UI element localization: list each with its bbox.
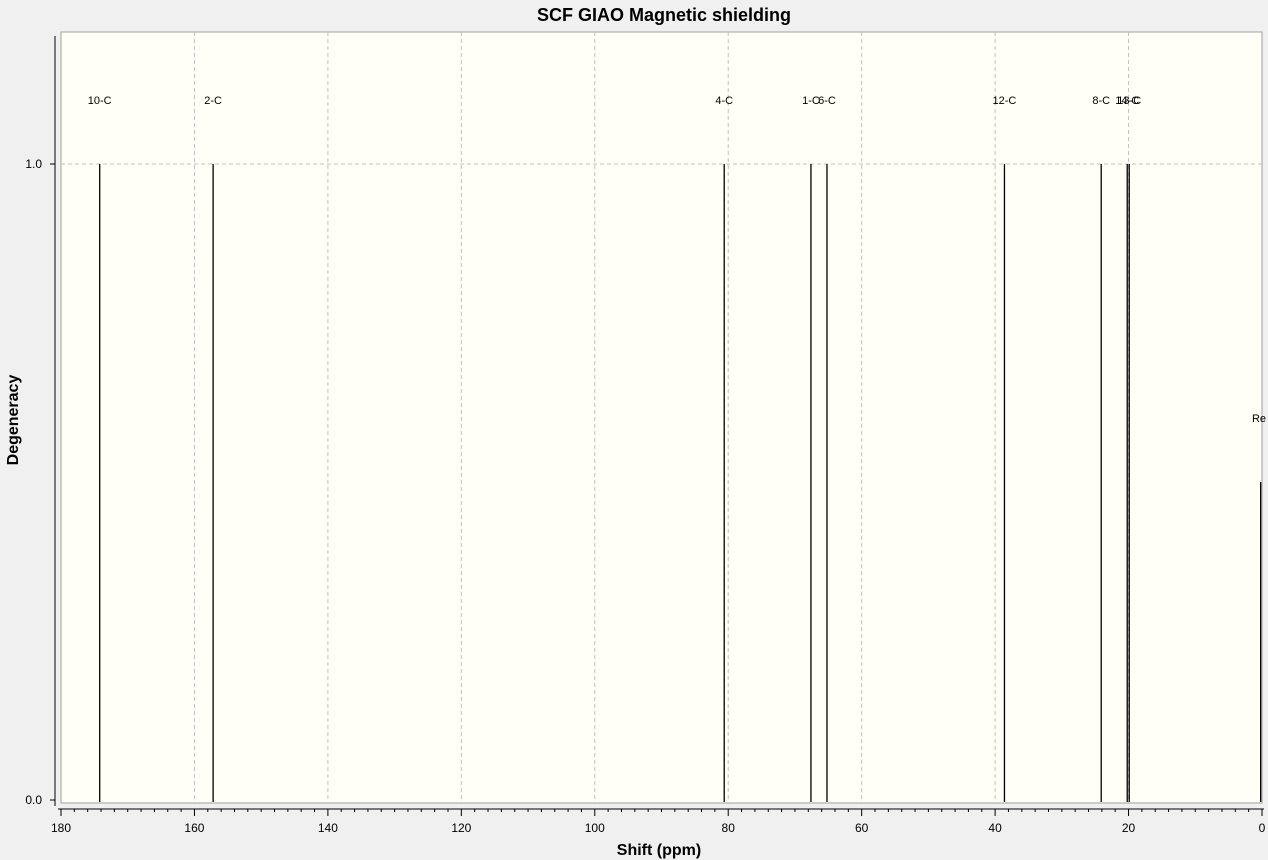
y-tick-label: 1.0	[25, 157, 42, 171]
chart-title: SCF GIAO Magnetic shielding	[537, 5, 791, 25]
x-tick-label: 160	[184, 821, 204, 835]
x-tick-label: 80	[722, 821, 736, 835]
x-tick-label: 20	[1122, 821, 1136, 835]
peak-label: 12-C	[993, 95, 1017, 107]
peak-label: 8-C	[1092, 95, 1110, 107]
peak-label: 13-C	[1117, 95, 1141, 107]
chart: 10-C 2-C 4-C 1-C6-C 12-C 8-C 14-C13-CRe 180 160…	[5, 5, 1266, 859]
plot-area	[60, 31, 1263, 804]
peak-label: 4-C	[715, 95, 733, 107]
y-axis-label: Degeneracy	[5, 375, 22, 466]
peak-label: 10-C	[88, 95, 112, 107]
x-tick-label: 100	[585, 821, 605, 835]
x-tick-label: 0	[1259, 821, 1266, 835]
x-axis-label: Shift (ppm)	[617, 842, 701, 859]
y-tick-label: 0.0	[25, 793, 42, 807]
x-tick-label: 140	[318, 821, 338, 835]
peak-label: 6-C	[818, 95, 836, 107]
x-tick-label: 120	[451, 821, 471, 835]
peak-label: 2-C	[204, 95, 222, 107]
x-tick-label: 180	[51, 821, 71, 835]
x-tick-label: 60	[855, 821, 869, 835]
peak-label: Re	[1252, 413, 1266, 425]
x-tick-label: 40	[988, 821, 1002, 835]
